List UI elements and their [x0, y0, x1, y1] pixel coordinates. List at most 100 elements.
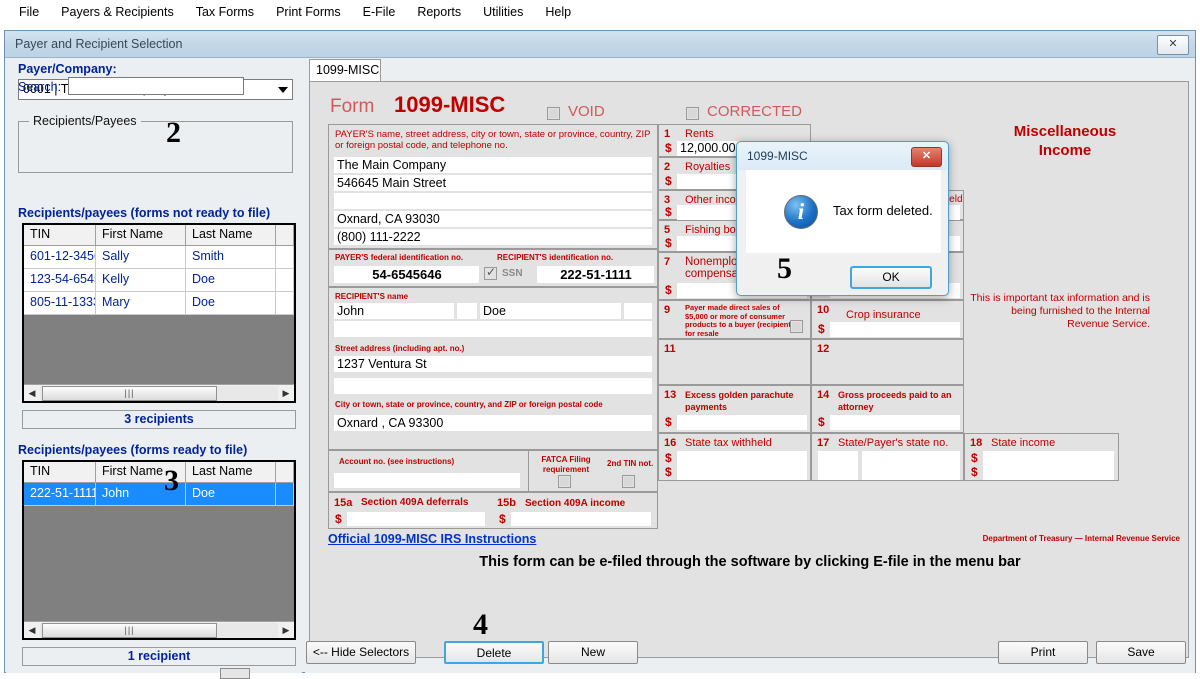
- annotation-step-5: 5: [777, 252, 792, 285]
- payer-city-field[interactable]: [334, 211, 652, 227]
- dollar-sign-icon: $: [665, 141, 672, 155]
- tab-strip: [309, 59, 1189, 82]
- recipient-last-name-field[interactable]: [480, 303, 621, 319]
- account-no-field[interactable]: [334, 473, 520, 488]
- recipient-tin-label: RECIPIENT'S identification no.: [497, 253, 614, 262]
- horizontal-scrollbar[interactable]: ◀ ||| ▶: [24, 621, 294, 638]
- box-17-field-1[interactable]: [862, 451, 960, 466]
- payer-address1-field[interactable]: [334, 175, 652, 191]
- payer-block-header: PAYER'S name, street address, city or to…: [335, 129, 651, 151]
- recipient-name-line2-field[interactable]: [334, 321, 652, 337]
- menu-item-tax-forms[interactable]: Tax Forms: [185, 2, 265, 22]
- column-header-tin: TIN: [24, 225, 96, 245]
- street-address-field[interactable]: [334, 356, 652, 372]
- recipient-suffix-field[interactable]: [624, 303, 652, 319]
- payer-name-field[interactable]: [334, 157, 652, 173]
- box-16-field-1[interactable]: [677, 451, 807, 466]
- horizontal-scrollbar[interactable]: ◀ ||| ▶: [24, 384, 294, 401]
- misc-income-line-1: Miscellaneous: [1013, 123, 1117, 140]
- cell-first-name: Sally: [96, 246, 186, 268]
- box-9-label: Payer made direct sales of $5,000 or mor…: [685, 303, 794, 338]
- recipient-tin-field[interactable]: [537, 266, 654, 283]
- not-ready-recipients-grid[interactable]: TIN First Name Last Name 601-12-3456 Sal…: [22, 223, 296, 403]
- table-row[interactable]: 222-51-1111 John Doe: [24, 483, 294, 506]
- cell-first-name: Mary: [96, 292, 186, 314]
- box-14-field[interactable]: [830, 415, 960, 430]
- box-18-field-2[interactable]: [983, 465, 1114, 480]
- box-17-field-2[interactable]: [862, 465, 960, 480]
- ready-recipients-grid[interactable]: TIN First Name Last Name 222-51-1111 Joh…: [22, 460, 296, 640]
- table-row[interactable]: 601-12-3456 Sally Smith: [24, 246, 294, 269]
- new-button[interactable]: New: [548, 641, 638, 664]
- tab-1099-misc[interactable]: 1099-MISC: [309, 59, 381, 81]
- city-state-zip-label: City or town, state or province, country…: [335, 400, 603, 409]
- dollar-sign-icon: $: [665, 174, 672, 188]
- dollar-sign-icon: $: [818, 322, 825, 336]
- ssn-checkbox[interactable]: [484, 265, 497, 280]
- table-row[interactable]: 805-11-1333 Mary Doe: [24, 292, 294, 315]
- payer-phone-field[interactable]: [334, 229, 652, 245]
- menu-item-help[interactable]: Help: [534, 2, 582, 22]
- close-icon[interactable]: ✕: [911, 147, 942, 167]
- grid-header-row: TIN First Name Last Name: [24, 225, 294, 246]
- menu-item-payers-recipients[interactable]: Payers & Recipients: [50, 2, 185, 22]
- void-checkbox[interactable]: [547, 107, 560, 120]
- menu-item-efile[interactable]: E-File: [352, 2, 407, 22]
- street-address-2-field[interactable]: [334, 378, 652, 394]
- scrollbar-track[interactable]: |||: [40, 622, 278, 638]
- scroll-left-icon[interactable]: ◀: [24, 388, 40, 399]
- scroll-left-icon[interactable]: ◀: [24, 625, 40, 636]
- table-row[interactable]: 123-54-6545 Kelly Doe: [24, 269, 294, 292]
- box-16-field-2[interactable]: [677, 465, 807, 480]
- recipient-middle-initial-field[interactable]: [457, 303, 477, 319]
- box-9-checkbox[interactable]: [790, 320, 803, 333]
- scrollbar-thumb[interactable]: |||: [42, 622, 217, 638]
- recipients-payees-group: Recipients/Payees: [18, 114, 293, 173]
- menu-item-reports[interactable]: Reports: [406, 2, 472, 22]
- cell-last-name: Smith: [186, 246, 276, 268]
- box-13-field[interactable]: [677, 415, 807, 430]
- column-header-pad: [276, 462, 294, 482]
- box-10-field[interactable]: [830, 322, 960, 337]
- second-tin-checkbox[interactable]: [622, 475, 635, 488]
- delete-button[interactable]: Delete: [444, 641, 544, 664]
- recipient-first-name-field[interactable]: [334, 303, 454, 319]
- box-18-field-1[interactable]: [983, 451, 1114, 466]
- scrollbar-thumb[interactable]: |||: [42, 385, 217, 401]
- close-icon[interactable]: ✕: [1157, 35, 1189, 55]
- box-12-number: 12: [817, 343, 830, 355]
- corrected-checkbox[interactable]: [686, 107, 699, 120]
- cell-pad: [276, 483, 294, 505]
- official-irs-instructions-link[interactable]: Official 1099-MISC IRS Instructions: [328, 532, 536, 546]
- dialog-titlebar: 1099-MISC ✕: [738, 143, 947, 170]
- box-15b-field[interactable]: [511, 512, 651, 526]
- dollar-sign-icon: $: [335, 512, 342, 526]
- box-17-state-field-2[interactable]: [818, 465, 858, 480]
- hide-selectors-button[interactable]: <-- Hide Selectors: [306, 641, 416, 664]
- scroll-right-icon[interactable]: ▶: [278, 625, 294, 636]
- box-15a-number: 15a: [334, 497, 353, 509]
- search-input[interactable]: [68, 77, 244, 95]
- box-15a-label: Section 409A deferrals: [361, 497, 469, 508]
- dollar-sign-icon: $: [665, 415, 672, 429]
- city-state-zip-field[interactable]: [334, 415, 652, 431]
- payer-tin-field[interactable]: [334, 266, 479, 283]
- payer-address2-field[interactable]: [334, 193, 652, 209]
- save-button[interactable]: Save: [1096, 641, 1186, 664]
- menu-item-file[interactable]: File: [8, 2, 50, 22]
- menu-item-utilities[interactable]: Utilities: [472, 2, 534, 22]
- menu-item-print-forms[interactable]: Print Forms: [265, 2, 352, 22]
- main-window: Payer and Recipient Selection ✕ Payer/Co…: [4, 30, 1196, 673]
- tin-block: PAYER'S federal identification no. RECIP…: [328, 249, 658, 287]
- cell-tin: 805-11-1333: [24, 292, 96, 314]
- print-button[interactable]: Print: [998, 641, 1088, 664]
- scroll-right-icon[interactable]: ▶: [278, 388, 294, 399]
- box-15a-field[interactable]: [347, 512, 485, 526]
- fatca-checkbox[interactable]: [558, 475, 571, 488]
- box-17-state-field-1[interactable]: [818, 451, 858, 466]
- ok-button[interactable]: OK: [850, 266, 932, 289]
- box-16-state-tax-withheld: 16 State tax withheld $ $: [658, 433, 811, 481]
- cell-pad: [276, 269, 294, 291]
- scrollbar-track[interactable]: |||: [40, 385, 278, 401]
- cell-pad: [276, 292, 294, 314]
